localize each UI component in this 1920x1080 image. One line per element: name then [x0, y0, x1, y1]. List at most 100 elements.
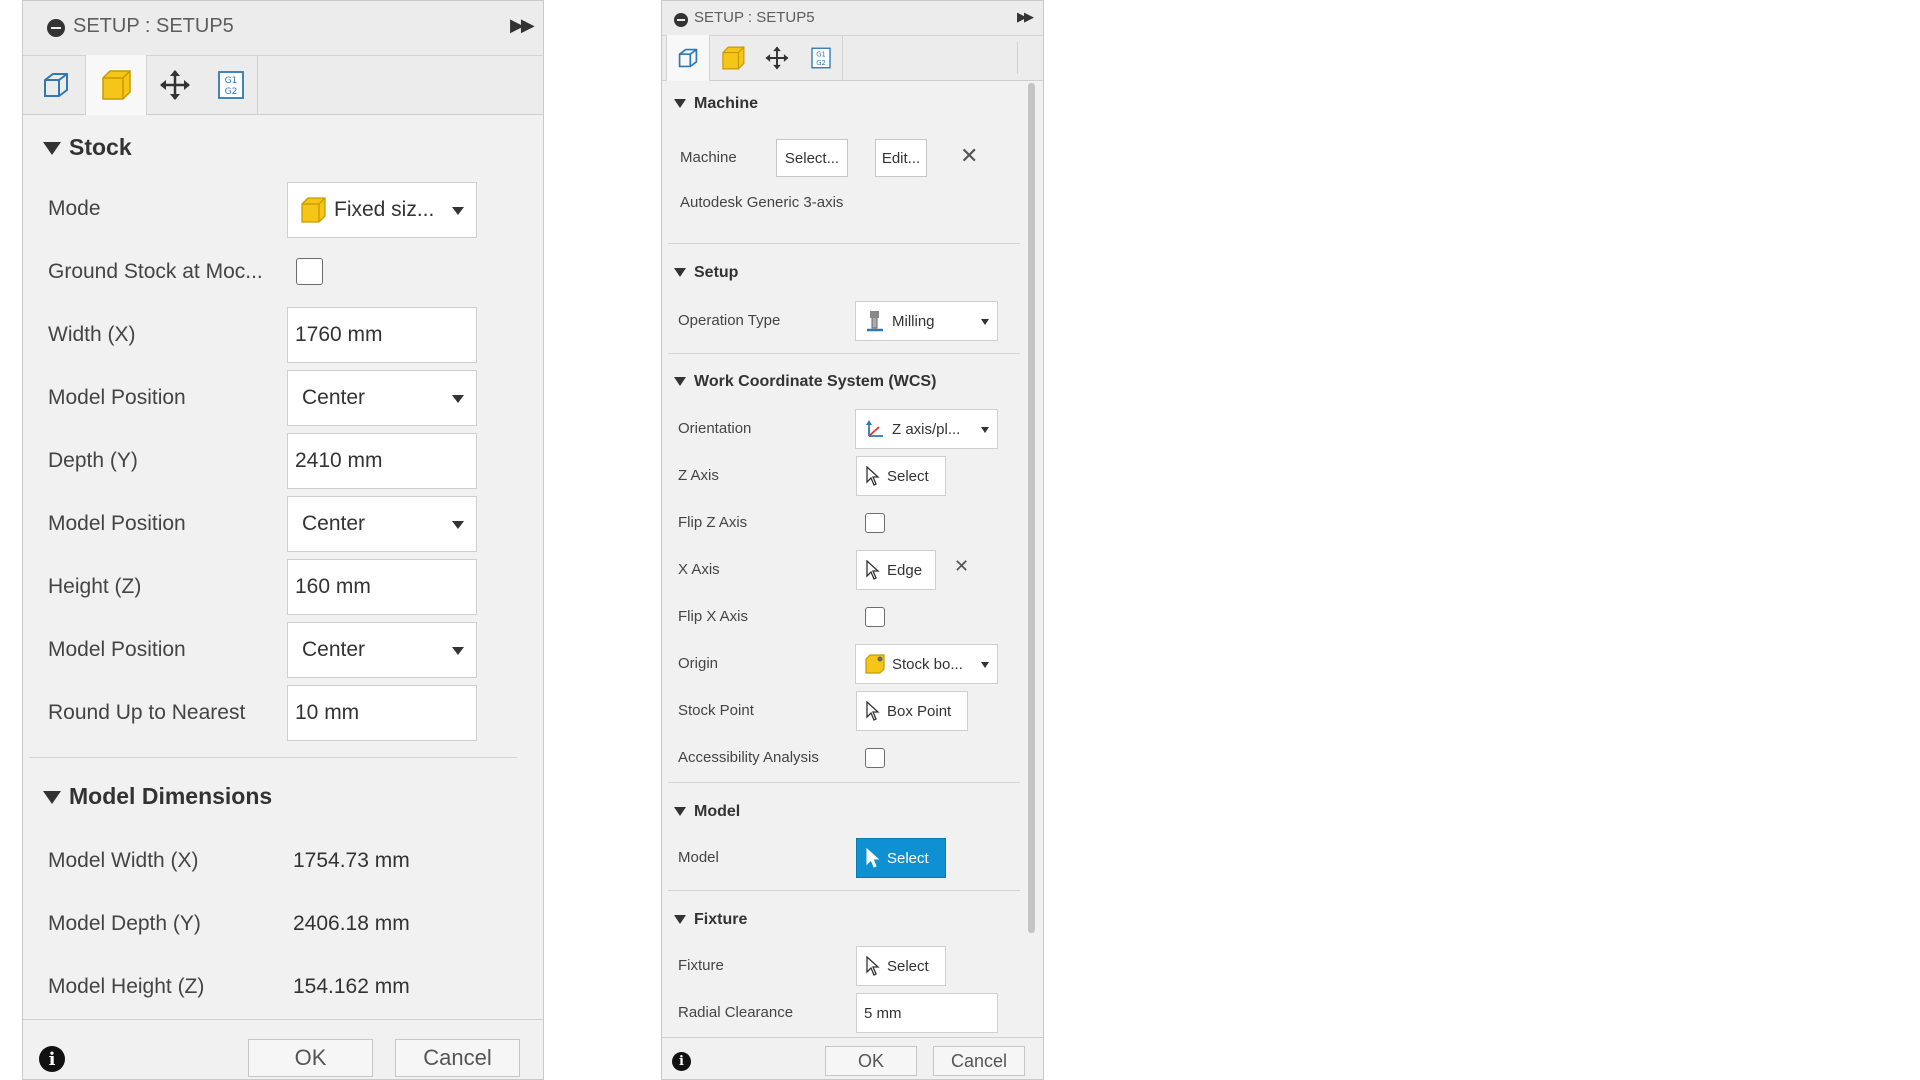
setup-box-icon — [44, 73, 68, 97]
tab-gcode[interactable]: G1 G2 — [800, 36, 843, 80]
radial-clearance-input[interactable]: 5 mm — [856, 993, 998, 1033]
info-icon[interactable]: i — [672, 1052, 691, 1071]
section-divider — [668, 782, 1020, 783]
model-position-x-label: Model Position — [48, 386, 186, 409]
x-axis-select-button[interactable]: Edge — [856, 550, 936, 590]
fixture-select-button[interactable]: Select — [856, 946, 946, 986]
panel-titlebar: SETUP : SETUP5 ▶▶ — [662, 1, 1043, 36]
collapse-triangle-icon — [43, 142, 61, 156]
fixture-section-header[interactable]: Fixture — [674, 911, 747, 929]
origin-label: Origin — [678, 655, 719, 672]
ok-button[interactable]: OK — [248, 1039, 373, 1077]
model-depth-value: 2406.18 mm — [293, 912, 410, 935]
svg-text:G2: G2 — [225, 87, 238, 97]
mode-value: Fixed siz... — [334, 198, 435, 221]
origin-dropdown[interactable]: Stock bo... — [855, 644, 998, 684]
machine-select-button[interactable]: Select... — [776, 139, 848, 177]
machine-label: Machine — [680, 149, 737, 166]
x-axis-label: X Axis — [678, 561, 720, 578]
model-select-value: Select — [887, 849, 929, 867]
ground-stock-checkbox[interactable] — [296, 258, 323, 285]
cancel-button[interactable]: Cancel — [933, 1046, 1025, 1076]
collapse-dialog-icon[interactable] — [47, 19, 65, 37]
model-position-z-label: Model Position — [48, 638, 186, 661]
tab-setup[interactable] — [31, 56, 81, 114]
stock-point-label: Stock Point — [678, 702, 754, 719]
collapse-dialog-icon[interactable] — [674, 12, 688, 27]
chevron-down-icon — [981, 662, 989, 668]
machine-name: Autodesk Generic 3-axis — [680, 194, 844, 211]
setup-panel-setup: SETUP : SETUP5 ▶▶ G1 G2 Machine Machine … — [661, 0, 1044, 1080]
expand-dialog-icon[interactable]: ▶▶ — [1017, 9, 1034, 25]
machine-edit-button[interactable]: Edit... — [875, 139, 927, 177]
round-up-input[interactable]: 10 mm — [287, 685, 477, 741]
tab-post-process[interactable] — [149, 56, 201, 114]
cursor-arrow-icon — [866, 466, 880, 486]
width-input[interactable]: 1760 mm — [287, 307, 477, 363]
fixture-label: Fixture — [678, 957, 724, 974]
cancel-button[interactable]: Cancel — [395, 1039, 520, 1077]
flip-x-checkbox[interactable] — [865, 607, 885, 627]
section-divider — [668, 243, 1020, 244]
wcs-section-header[interactable]: Work Coordinate System (WCS) — [674, 373, 936, 391]
svg-text:G1: G1 — [816, 51, 826, 59]
section-title: Stock — [69, 134, 132, 160]
tab-gcode[interactable]: G1 G2 — [205, 56, 258, 114]
svg-text:G2: G2 — [816, 59, 826, 67]
tab-stock[interactable] — [85, 55, 147, 115]
setup-section-header[interactable]: Setup — [674, 264, 738, 282]
cursor-arrow-icon — [866, 701, 880, 721]
section-divider — [668, 353, 1020, 354]
model-position-x-value: Center — [302, 386, 366, 409]
svg-text:G1: G1 — [225, 76, 238, 86]
tab-setup[interactable] — [666, 35, 710, 81]
depth-input[interactable]: 2410 mm — [287, 433, 477, 489]
model-width-label: Model Width (X) — [48, 849, 199, 872]
flip-z-checkbox[interactable] — [865, 513, 885, 533]
stock-point-value: Box Point — [887, 702, 952, 720]
fixture-select-value: Select — [887, 957, 929, 975]
chevron-down-icon — [452, 521, 464, 529]
info-icon[interactable]: i — [39, 1046, 65, 1072]
tab-stock[interactable] — [712, 36, 754, 80]
stock-section-header[interactable]: Stock — [43, 134, 132, 161]
clear-machine-icon[interactable]: ✕ — [960, 143, 978, 169]
model-section-header[interactable]: Model — [674, 803, 740, 821]
operation-type-dropdown[interactable]: Milling — [855, 301, 998, 341]
ok-button[interactable]: OK — [825, 1046, 917, 1076]
stock-cube-icon — [102, 70, 131, 100]
depth-label: Depth (Y) — [48, 449, 138, 472]
section-title: Fixture — [694, 911, 748, 928]
mode-dropdown[interactable]: Fixed siz... — [287, 182, 477, 238]
model-position-x-dropdown[interactable]: Center — [287, 370, 477, 426]
chevron-down-icon — [452, 647, 464, 655]
model-select-button[interactable]: Select — [856, 838, 946, 878]
model-width-value: 1754.73 mm — [293, 849, 410, 872]
tab-post-process[interactable] — [756, 36, 798, 80]
move-arrows-icon — [765, 46, 789, 70]
footer-divider — [23, 1019, 543, 1020]
orientation-value: Z axis/pl... — [892, 420, 961, 438]
model-position-y-dropdown[interactable]: Center — [287, 496, 477, 552]
model-position-y-value: Center — [302, 512, 366, 535]
model-position-z-dropdown[interactable]: Center — [287, 622, 477, 678]
cursor-arrow-icon — [866, 560, 880, 580]
orientation-dropdown[interactable]: Z axis/pl... — [855, 409, 998, 449]
scrollbar-thumb[interactable] — [1028, 83, 1035, 933]
expand-dialog-icon[interactable]: ▶▶ — [510, 15, 535, 36]
setup-box-icon — [678, 48, 698, 68]
model-dimensions-section-header[interactable]: Model Dimensions — [43, 783, 272, 810]
clear-x-axis-icon[interactable]: ✕ — [954, 556, 969, 577]
section-title: Model Dimensions — [69, 783, 273, 809]
model-height-label: Model Height (Z) — [48, 975, 205, 998]
model-label: Model — [678, 849, 719, 866]
z-axis-select-button[interactable]: Select — [856, 456, 946, 496]
mode-label: Mode — [48, 197, 101, 220]
machine-section-header[interactable]: Machine — [674, 95, 758, 113]
stock-box-point-icon — [865, 654, 885, 674]
accessibility-analysis-checkbox[interactable] — [865, 748, 885, 768]
height-input[interactable]: 160 mm — [287, 559, 477, 615]
ground-stock-label: Ground Stock at Moc... — [48, 260, 263, 283]
stock-point-select-button[interactable]: Box Point — [856, 691, 968, 731]
collapse-triangle-icon — [674, 807, 686, 817]
